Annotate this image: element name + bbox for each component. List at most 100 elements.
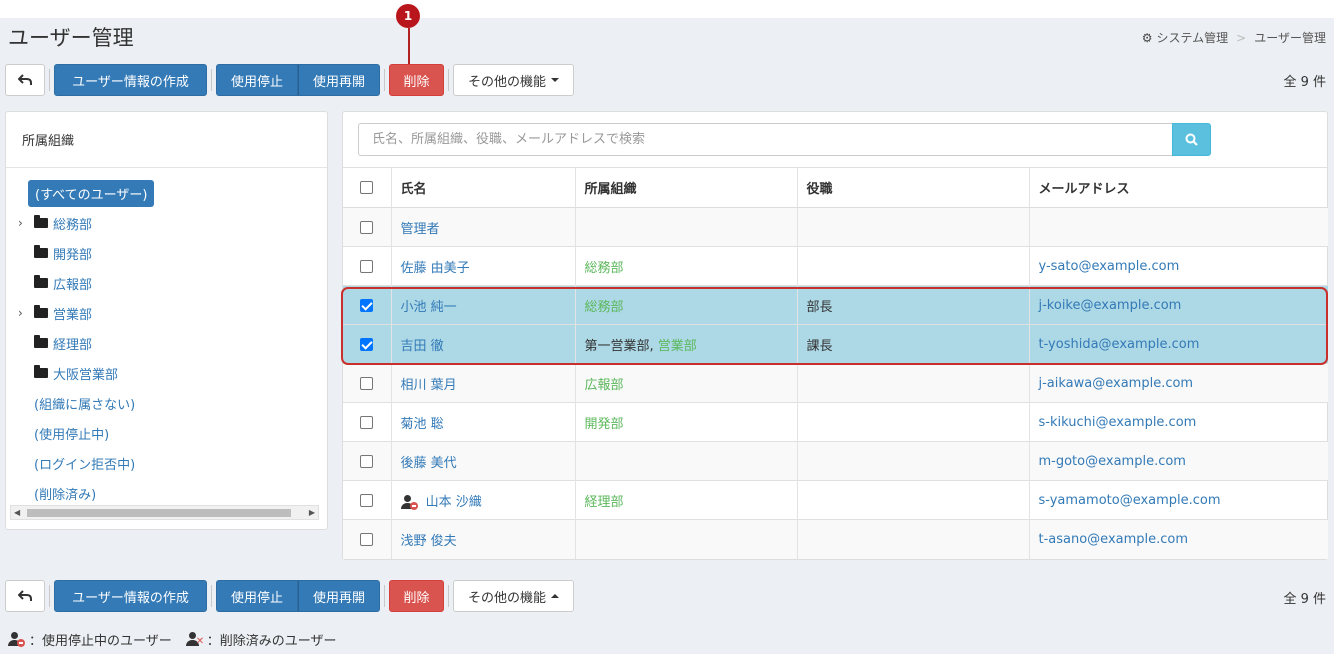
folder-icon [34,215,48,228]
user-name-link[interactable]: 吉田 徹 [401,339,444,354]
table-row[interactable]: 佐藤 由美子 総務部 y-sato@example.com [343,246,1328,286]
email-link[interactable]: y-sato@example.com [1039,259,1180,274]
row-checkbox[interactable] [360,220,374,234]
column-header-title[interactable]: 役職 [796,167,1029,208]
tree-item-org[interactable]: › 総務部 [6,208,327,238]
caret-up-icon [551,594,559,598]
tree-item-all-users[interactable]: (すべてのユーザー) [6,178,327,208]
user-name-link[interactable]: 浅野 俊夫 [401,534,457,549]
user-table: 氏名 所属組織 役職 メールアドレス 管理者 佐藤 由美子 総務部 y-sato… [343,167,1328,559]
all-users-label: (すべてのユーザー) [28,179,155,207]
tree-horizontal-scrollbar[interactable]: ◀ ▶ [10,505,319,520]
user-name-link[interactable]: 後藤 美代 [401,456,457,471]
suspend-resume-group: 使用停止 使用再開 [216,580,380,612]
user-name-link[interactable]: 山本 沙織 [426,495,482,510]
tree-item-special[interactable]: (組織に属さない) [6,388,327,418]
user-name-link[interactable]: 佐藤 由美子 [401,261,470,276]
user-name-link[interactable]: 管理者 [401,222,440,237]
other-functions-label: その他の機能 [467,74,546,90]
scrollbar-thumb[interactable] [27,509,291,517]
delete-button[interactable]: 削除 [389,580,444,612]
folder-icon [34,245,48,258]
tree-item-special[interactable]: (ログイン拒否中) [6,448,327,478]
row-checkbox[interactable] [360,493,374,507]
table-row[interactable]: 管理者 [343,207,1328,247]
suspended-user-icon [400,494,419,510]
toolbar-divider [211,69,212,91]
tree-item-org[interactable]: 開発部 [6,238,327,268]
row-checkbox[interactable] [360,415,374,429]
table-row[interactable]: 浅野 俊夫 t-asano@example.com [343,519,1328,559]
row-checkbox[interactable] [360,298,374,312]
org-link[interactable]: 総務部 [585,300,624,315]
table-row[interactable]: 山本 沙織 経理部 s-yamamoto@example.com [343,480,1328,520]
org-link[interactable]: 広報部 [585,378,624,393]
tree-item-special[interactable]: (削除済み) [6,478,327,508]
email-link[interactable]: s-kikuchi@example.com [1039,415,1197,430]
org-tree-panel: 所属組織 (すべてのユーザー) › 総務部 開発部 広報部 › 営業部 経理部 [5,111,328,530]
org-prefix-text: 第一営業部, [584,338,658,354]
back-arrow-icon [18,590,32,601]
row-checkbox[interactable] [360,259,374,273]
page-title: ユーザー管理 [8,26,134,50]
legend-suspended-text: ：使用停止中のユーザー [29,634,172,649]
resume-button[interactable]: 使用再開 [298,64,380,96]
create-user-button[interactable]: ユーザー情報の作成 [54,580,207,612]
email-link[interactable]: m-goto@example.com [1039,454,1186,469]
column-header-email[interactable]: メールアドレス [1028,167,1328,208]
user-list-panel: 氏名 所属組織 役職 メールアドレス 管理者 佐藤 由美子 総務部 y-sato… [342,111,1328,560]
breadcrumb: ⚙ システム管理 > ユーザー管理 [1142,29,1326,46]
other-functions-label: その他の機能 [467,590,546,606]
other-functions-dropup[interactable]: その他の機能 [453,580,574,612]
resume-button[interactable]: 使用再開 [298,580,380,612]
search-button[interactable] [1172,123,1211,156]
chevron-right-icon[interactable]: › [18,306,23,320]
email-link[interactable]: j-koike@example.com [1039,298,1182,313]
table-row[interactable]: 吉田 徹 第一営業部, 営業部 課長 t-yoshida@example.com [343,324,1328,364]
chevron-right-icon[interactable]: › [18,216,23,230]
suspend-button[interactable]: 使用停止 [216,64,298,96]
email-link[interactable]: t-asano@example.com [1039,532,1189,547]
tree-item-special[interactable]: (使用停止中) [6,418,327,448]
scroll-right-icon[interactable]: ▶ [309,506,315,519]
tree-item-org[interactable]: › 営業部 [6,298,327,328]
row-checkbox[interactable] [360,532,374,546]
org-link[interactable]: 総務部 [585,261,624,276]
table-row[interactable]: 後藤 美代 m-goto@example.com [343,441,1328,481]
tree-item-org[interactable]: 広報部 [6,268,327,298]
user-name-link[interactable]: 小池 純一 [401,300,457,315]
row-checkbox[interactable] [360,376,374,390]
scroll-left-icon[interactable]: ◀ [14,506,20,519]
table-row[interactable]: 相川 葉月 広報部 j-aikawa@example.com [343,363,1328,403]
org-link[interactable]: 営業部 [658,339,697,354]
email-link[interactable]: s-yamamoto@example.com [1039,493,1221,508]
table-row[interactable]: 小池 純一 総務部 部長 j-koike@example.com [343,285,1328,325]
column-header-org[interactable]: 所属組織 [574,167,797,208]
search-bar [358,123,1211,156]
user-name-link[interactable]: 菊池 聡 [401,417,444,432]
bottom-toolbar: ユーザー情報の作成 使用停止 使用再開 削除 その他の機能 [5,580,574,612]
org-link[interactable]: 経理部 [585,495,624,510]
breadcrumb-system-admin[interactable]: システム管理 [1157,29,1229,46]
create-user-button[interactable]: ユーザー情報の作成 [54,64,207,96]
back-button[interactable] [5,580,45,612]
breadcrumb-user-admin: ユーザー管理 [1254,31,1326,45]
tree-item-org[interactable]: 大阪営業部 [6,358,327,388]
column-header-name[interactable]: 氏名 [390,167,575,208]
email-link[interactable]: j-aikawa@example.com [1039,376,1194,391]
row-checkbox[interactable] [360,454,374,468]
delete-button[interactable]: 削除 [389,64,444,96]
email-link[interactable]: t-yoshida@example.com [1039,337,1200,352]
other-functions-dropdown[interactable]: その他の機能 [453,64,574,96]
org-link[interactable]: 開発部 [585,417,624,432]
user-name-link[interactable]: 相川 葉月 [401,378,457,393]
suspend-button[interactable]: 使用停止 [216,580,298,612]
folder-icon [34,335,48,348]
table-row[interactable]: 菊池 聡 開発部 s-kikuchi@example.com [343,402,1328,442]
row-checkbox[interactable] [360,337,374,351]
select-all-checkbox[interactable] [360,181,374,194]
tree-item-org[interactable]: 経理部 [6,328,327,358]
select-all-cell [343,167,391,208]
back-button[interactable] [5,64,45,96]
search-input[interactable] [358,123,1172,156]
